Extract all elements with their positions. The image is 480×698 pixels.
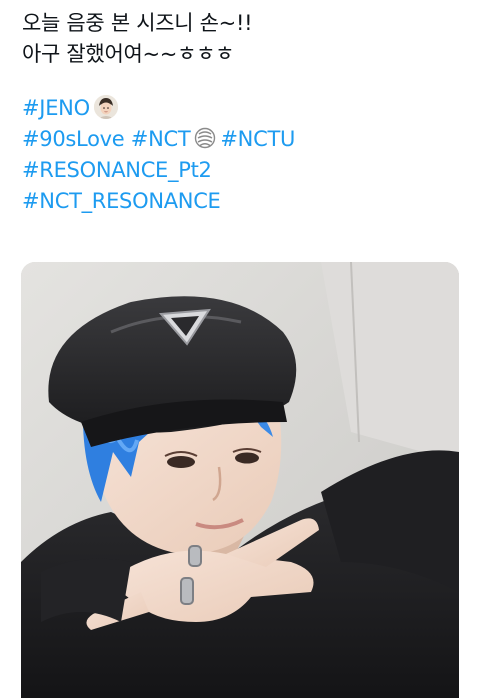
tweet-text: 오늘 음중 본 시즈니 손~!! 아구 잘했어여~~ㅎㅎㅎ #JENO #90s…	[22, 8, 462, 217]
selfie-illustration	[21, 262, 459, 698]
hashtag-nct-resonance[interactable]: #NCT_RESONANCE	[22, 189, 221, 213]
nct-logo-emoji	[194, 127, 216, 149]
hashtag-row-1: #JENO	[22, 93, 462, 124]
hashtag-nctu[interactable]: #NCTU	[220, 127, 295, 151]
hashtag-resonance-pt2[interactable]: #RESONANCE_Pt2	[22, 158, 212, 182]
hashtag-row-3: #RESONANCE_Pt2	[22, 155, 462, 186]
hashtag-row-4: #NCT_RESONANCE	[22, 186, 462, 217]
tweet: 오늘 음중 본 시즈니 손~!! 아구 잘했어여~~ㅎㅎㅎ #JENO #90s…	[0, 0, 480, 698]
hashtag-jeno[interactable]: #JENO	[22, 96, 90, 120]
tweet-line-2: 아구 잘했어여~~ㅎㅎㅎ	[22, 42, 235, 66]
hashtag-nct[interactable]: #NCT	[131, 127, 191, 151]
tweet-photo[interactable]	[21, 262, 459, 698]
hashtag-90slove[interactable]: #90sLove	[22, 127, 125, 151]
jeno-face-emoji	[93, 95, 118, 119]
tweet-line-1: 오늘 음중 본 시즈니 손~!!	[22, 11, 253, 35]
hashtag-row-2: #90sLove #NCT #NCTU	[22, 124, 462, 155]
